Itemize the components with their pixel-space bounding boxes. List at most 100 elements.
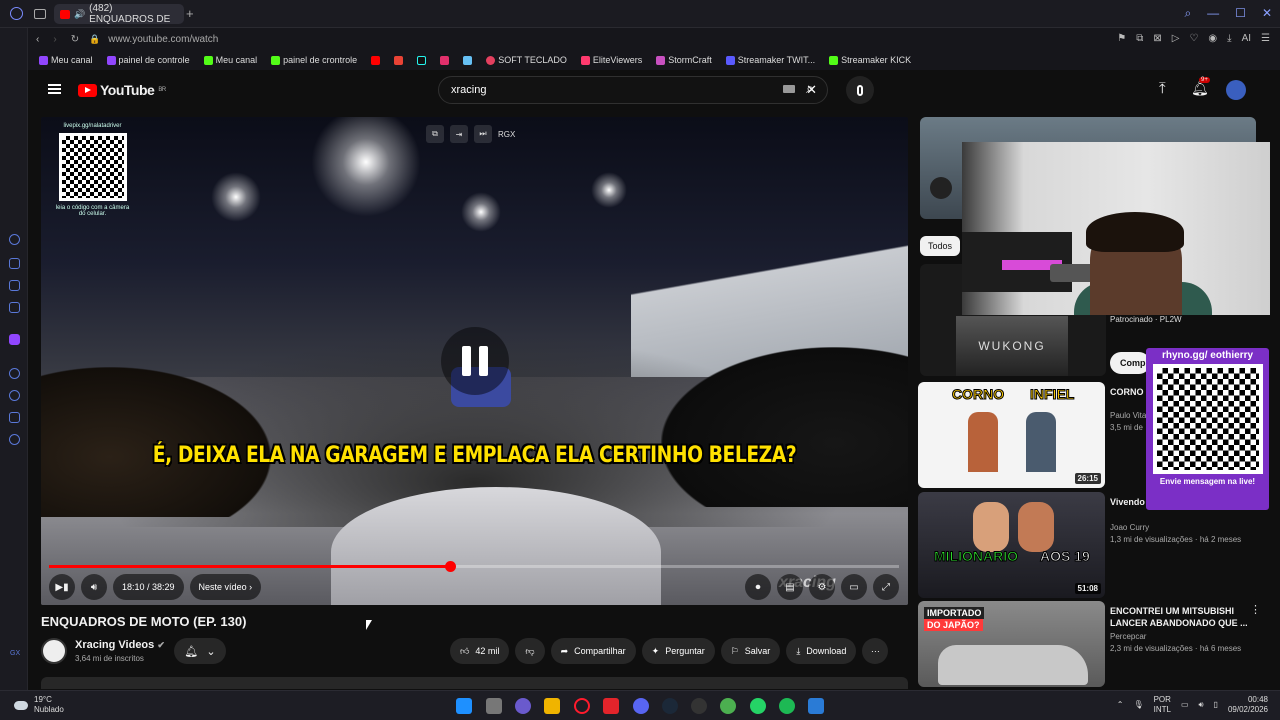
bookmark-item[interactable]: EliteViewers <box>576 55 647 65</box>
back-icon[interactable]: ‹ <box>36 34 39 45</box>
notifications-bell-icon[interactable]: 🔔︎ 9+ <box>1191 77 1210 97</box>
weather-widget[interactable]: 19°C Nublado <box>14 695 64 715</box>
sidebar-extensions-icon[interactable] <box>9 412 20 423</box>
bookmark-item[interactable]: Streamaker TWIT... <box>721 55 820 65</box>
miniplayer-icon[interactable]: ⧉ <box>426 125 444 143</box>
filter-chip-all[interactable]: Todos <box>920 236 960 256</box>
search-button[interactable]: ⌕ <box>806 80 814 97</box>
video-thumbnail[interactable]: IMPORTADO DO JAPÃO? <box>918 601 1105 687</box>
forward-icon[interactable]: › <box>53 34 56 45</box>
next-icon[interactable]: ⏭ <box>474 125 492 143</box>
dislike-button[interactable]: 👎︎ <box>515 638 545 664</box>
fullscreen-icon[interactable]: ⤢ <box>873 574 899 600</box>
sidebar-settings-icon[interactable] <box>9 434 20 445</box>
keyboard-layout[interactable]: POR INTL <box>1154 695 1171 715</box>
more-options-icon[interactable]: ⋮ <box>1250 603 1261 616</box>
sidebar-tool-icon[interactable] <box>9 258 20 269</box>
settings-gear-icon[interactable]: ⚙ <box>809 574 835 600</box>
bookmark-item[interactable]: Streamaker KICK <box>824 55 916 65</box>
ai-icon[interactable]: AI <box>1242 33 1251 44</box>
profile-icon[interactable]: ◉ <box>1208 33 1217 44</box>
snapshot-icon[interactable]: ⧉ <box>1136 33 1143 44</box>
like-button[interactable]: 👍︎ 42 mil <box>450 638 510 664</box>
youtube-logo[interactable]: YouTube BR <box>78 82 166 98</box>
player-icon[interactable]: ▷ <box>1172 33 1180 44</box>
tab-youtube[interactable]: 🔊 (482) ENQUADROS DE <box>54 3 184 25</box>
whatsapp-icon[interactable] <box>750 698 766 714</box>
sidebar-messenger-icon[interactable] <box>9 302 20 313</box>
app-icon[interactable] <box>603 698 619 714</box>
discord-icon[interactable] <box>633 698 649 714</box>
theater-mode-icon[interactable]: ▭ <box>841 574 867 600</box>
start-icon[interactable] <box>456 698 472 714</box>
channel-name[interactable]: Xracing Videos ✔ <box>75 639 165 651</box>
popout-icon[interactable]: ⇥ <box>450 125 468 143</box>
maximize-icon[interactable]: ☐ <box>1235 6 1246 21</box>
mic-tray-icon[interactable]: 🎙︎ <box>1133 700 1143 710</box>
app-icon[interactable] <box>720 698 736 714</box>
task-view-icon[interactable] <box>486 698 502 714</box>
url-field[interactable]: www.youtube.com/watch <box>108 34 218 45</box>
recommended-video[interactable]: IMPORTADO DO JAPÃO? ENCONTREI UM MITSUBI… <box>918 601 1268 687</box>
save-button[interactable]: ⚐ Salvar <box>720 638 781 664</box>
bookmark-item[interactable]: painel de crontrole <box>266 55 362 65</box>
video-thumbnail[interactable]: CORNO INFIEL 26:15 <box>918 382 1105 488</box>
youtube-bookmark-icon[interactable] <box>366 55 385 65</box>
reload-icon[interactable]: ↻ <box>71 34 79 45</box>
minimize-icon[interactable]: — <box>1207 6 1219 21</box>
app-icon[interactable] <box>808 698 824 714</box>
bookmark-item[interactable]: painel de controle <box>102 55 195 65</box>
bookmark-item[interactable]: Meu canal <box>199 55 263 65</box>
spotify-icon[interactable] <box>779 698 795 714</box>
share-button[interactable]: ➦ Compartilhar <box>550 638 636 664</box>
search-input[interactable]: xracing ✕ <box>438 76 828 104</box>
network-icon[interactable]: ▭ <box>1181 700 1189 710</box>
battery-icon[interactable]: ▯ <box>1214 700 1218 710</box>
upload-icon[interactable]: ⤒ <box>1159 80 1166 97</box>
clock[interactable]: 00:48 09/02/2026 <box>1228 695 1268 715</box>
video-thumbnail[interactable]: MILIONARIO AOS 19 51:08 <box>918 492 1105 598</box>
account-avatar[interactable] <box>1226 80 1246 100</box>
file-explorer-icon[interactable] <box>544 698 560 714</box>
sidebar-tool-icon[interactable] <box>9 280 20 291</box>
sidebar-gx-icon[interactable]: GX <box>10 650 20 657</box>
bookmark-item[interactable]: Meu canal <box>34 55 98 65</box>
heart-icon[interactable]: ♡ <box>1189 33 1198 44</box>
voice-search-button[interactable] <box>846 76 874 104</box>
gmail-bookmark-icon[interactable] <box>389 55 408 65</box>
obs-icon[interactable] <box>691 698 707 714</box>
sidebar-history-icon[interactable] <box>9 390 20 401</box>
opera-gx-icon[interactable] <box>574 698 590 714</box>
video-player[interactable]: livepix.gg/nalatadriver leia o código co… <box>41 117 908 605</box>
keyboard-icon[interactable] <box>783 85 795 93</box>
hamburger-menu-icon[interactable] <box>48 84 61 94</box>
workspace-icon[interactable] <box>34 9 46 19</box>
close-window-icon[interactable]: ✕ <box>1262 6 1272 21</box>
volume-tray-icon[interactable]: 🔊︎ <box>1199 700 1204 710</box>
opera-logo-icon[interactable] <box>10 7 23 20</box>
menu-icon[interactable]: ☰ <box>1261 33 1270 44</box>
captions-icon[interactable]: ▤ <box>777 574 803 600</box>
sidebar-twitch-icon[interactable] <box>9 334 20 345</box>
chapter-button[interactable]: Neste vídeo › <box>189 574 262 600</box>
chevron-up-icon[interactable]: ⌃ <box>1117 700 1124 710</box>
channel-avatar[interactable] <box>41 638 67 664</box>
download-icon[interactable]: ⤓ <box>1227 33 1231 44</box>
play-pause-button[interactable]: ▶▮ <box>49 574 75 600</box>
bookmark-icon[interactable]: ⚑ <box>1117 33 1126 44</box>
tiktok-bookmark-icon[interactable] <box>412 55 431 65</box>
adblock-icon[interactable]: ⊠ <box>1153 33 1161 44</box>
more-actions-button[interactable]: ··· <box>862 638 889 664</box>
steam-bookmark-icon[interactable] <box>458 55 477 65</box>
download-button[interactable]: ⤓ Download <box>786 638 857 664</box>
app-icon[interactable] <box>515 698 531 714</box>
center-pause-button[interactable] <box>441 327 509 395</box>
autoplay-toggle[interactable]: ⏺ <box>745 574 771 600</box>
bookmark-item[interactable]: SOFT TECLADO <box>481 55 572 65</box>
subscribed-bell-button[interactable]: 🔔︎ ⌄ <box>174 638 226 664</box>
description-box[interactable] <box>41 677 908 689</box>
sidebar-aria-icon[interactable] <box>9 234 20 245</box>
bookmark-item[interactable]: StormCraft <box>651 55 717 65</box>
new-tab-button[interactable]: + <box>186 6 194 21</box>
instagram-bookmark-icon[interactable] <box>435 55 454 65</box>
